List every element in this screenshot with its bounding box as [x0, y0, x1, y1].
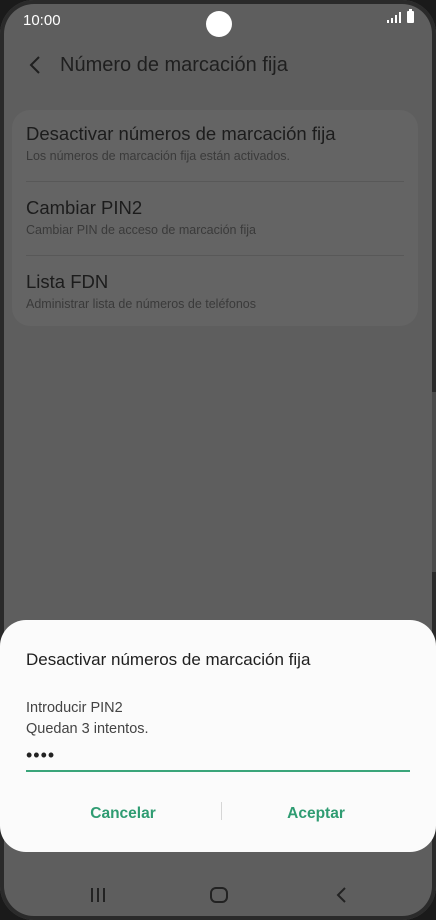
settings-item-change-pin2[interactable]: Cambiar PIN2 Cambiar PIN de acceso de ma… [26, 197, 404, 237]
divider [26, 181, 404, 182]
settings-item-title: Desactivar números de marcación fija [26, 123, 336, 144]
settings-item-disable-fdn[interactable]: Desactivar números de marcación fija Los… [26, 123, 404, 163]
pin2-label: Introducir PIN2 [26, 700, 123, 716]
home-icon[interactable] [199, 880, 239, 910]
navigation-bar [0, 870, 436, 920]
dialog-title: Desactivar números de marcación fija [26, 650, 311, 669]
pin2-dialog: Desactivar números de marcación fija Int… [0, 620, 436, 852]
phone-screen: 10:00 Número de marcación fija Desactiva… [0, 0, 436, 920]
status-bar: 10:00 [0, 0, 436, 40]
settings-item-fdn-list[interactable]: Lista FDN Administrar lista de números d… [26, 271, 404, 311]
attempts-remaining: Quedan 3 intentos. [26, 721, 149, 737]
signal-icon [387, 11, 401, 23]
settings-item-subtitle: Los números de marcación fija están acti… [26, 149, 291, 163]
cancel-button[interactable]: Cancelar [28, 796, 218, 832]
settings-item-subtitle: Cambiar PIN de acceso de marcación fija [26, 223, 256, 237]
status-icons [387, 9, 414, 23]
app-bar: Número de marcación fija [0, 44, 436, 88]
settings-item-subtitle: Administrar lista de números de teléfono… [26, 297, 256, 311]
battery-icon [407, 9, 414, 23]
settings-card: Desactivar números de marcación fija Los… [12, 110, 418, 326]
accept-button[interactable]: Aceptar [221, 796, 411, 832]
pin2-input[interactable] [26, 740, 410, 772]
chevron-left-icon[interactable] [24, 53, 48, 77]
settings-item-title: Cambiar PIN2 [26, 197, 143, 218]
front-camera [206, 11, 232, 37]
page-title: Número de marcación fija [60, 54, 288, 76]
settings-item-title: Lista FDN [26, 271, 109, 292]
back-icon[interactable] [322, 880, 362, 910]
divider [26, 255, 404, 256]
recents-icon[interactable] [78, 880, 118, 910]
status-time: 10:00 [23, 12, 61, 29]
edge-panel-handle[interactable] [432, 392, 436, 572]
